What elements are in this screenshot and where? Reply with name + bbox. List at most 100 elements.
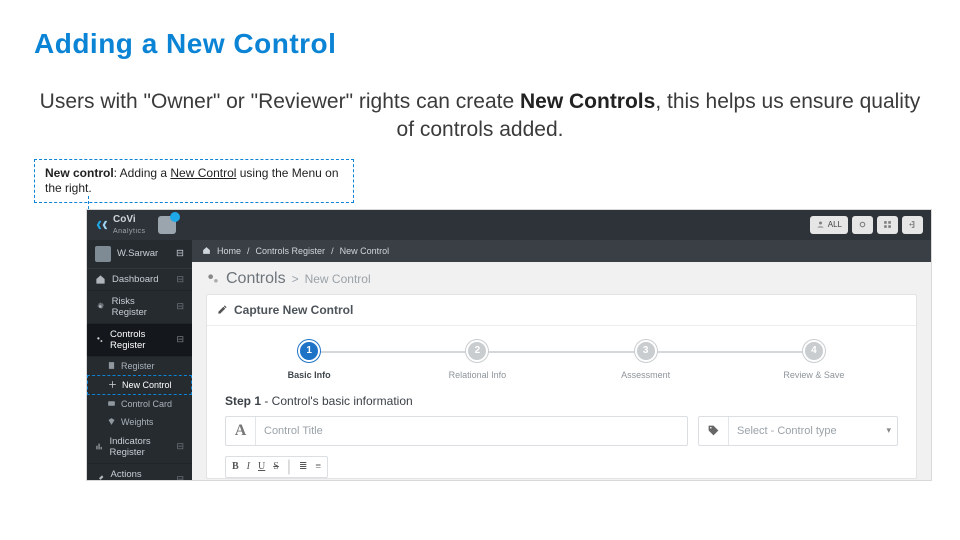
sidebar-label-risks: Risks Register xyxy=(112,296,171,318)
step-label-1: Basic Info xyxy=(288,370,331,380)
rte-list-button[interactable]: ≣ xyxy=(299,461,307,472)
bc-sep: / xyxy=(247,246,250,256)
step-4[interactable]: 4 Review & Save xyxy=(730,340,898,380)
app-topbar: CoVi Analytics ALL xyxy=(87,210,931,240)
step-label-4: Review & Save xyxy=(783,370,844,380)
brand-sub: Analytics xyxy=(113,228,146,235)
rte-toolbar: B I U S | ≣ ≡ xyxy=(207,456,916,478)
topbar-action-logout[interactable] xyxy=(902,216,923,234)
topbar-right: ALL xyxy=(810,216,923,234)
collapse-icon: ⊟ xyxy=(176,301,184,312)
gears-icon xyxy=(95,334,104,345)
subtitle-text-a: Users with "Owner" or "Reviewer" rights … xyxy=(40,90,520,113)
rte-strike-button[interactable]: S xyxy=(273,461,279,472)
step-2[interactable]: 2 Relational Info xyxy=(393,340,561,380)
control-type-field[interactable]: Select - Control type ▾ xyxy=(698,416,898,446)
capture-card: Capture New Control 1 Basic Info 2 Relat… xyxy=(206,294,917,479)
logout-icon xyxy=(908,220,917,229)
edit-icon xyxy=(217,304,228,315)
step-title: Step 1 - Control's basic information xyxy=(207,390,916,416)
home-icon[interactable] xyxy=(202,246,211,255)
text-adorn-icon: A xyxy=(226,417,256,445)
sidebar-label-actions: Actions Register xyxy=(111,469,171,481)
main-panel: Home / Controls Register / New Control C… xyxy=(192,240,931,480)
plus-icon xyxy=(108,380,117,389)
grid-icon xyxy=(883,220,892,229)
callout-bold: New control xyxy=(45,166,114,180)
slide-title: Adding a New Control xyxy=(34,28,926,60)
sidebar-item-controls[interactable]: Controls Register ⊟ xyxy=(87,324,192,357)
topbar-action-2[interactable] xyxy=(877,216,898,234)
sub-item-weights[interactable]: Weights xyxy=(87,413,192,431)
step-3[interactable]: 3 Assessment xyxy=(562,340,730,380)
chip-all-label: ALL xyxy=(828,220,842,229)
sidebar-item-risks[interactable]: Risks Register ⊟ xyxy=(87,291,192,324)
step-1[interactable]: 1 Basic Info xyxy=(225,340,393,380)
control-type-placeholder: Select - Control type xyxy=(729,425,880,437)
step-dot-3: 3 xyxy=(635,340,657,362)
collapse-icon: ⊟ xyxy=(176,274,184,285)
rte-underline-button[interactable]: U xyxy=(258,461,265,472)
step-label-3: Assessment xyxy=(621,370,670,380)
sidebar-item-actions[interactable]: Actions Register ⊟ xyxy=(87,464,192,481)
chart-icon xyxy=(95,441,103,452)
circle-icon xyxy=(858,220,867,229)
weights-icon xyxy=(107,417,116,426)
page-title-small: New Control xyxy=(305,272,371,286)
callout-mid-a: : Adding a xyxy=(114,166,171,180)
step-dot-1: 1 xyxy=(298,340,320,362)
bc-sep: / xyxy=(331,246,334,256)
sub-label-control-card: Control Card xyxy=(121,399,172,409)
rte-buttons: B I U S | ≣ ≡ xyxy=(225,456,328,478)
step-label-2: Relational Info xyxy=(449,370,507,380)
subtitle-bold: New Controls xyxy=(520,90,655,113)
sidebar-item-indicators[interactable]: Indicators Register ⊟ xyxy=(87,431,192,464)
chevron-down-icon: ▾ xyxy=(880,425,897,436)
form-row: A Select - Control type ▾ xyxy=(207,416,916,456)
page-title-sep: > xyxy=(292,272,299,286)
collapse-icon: ⊟ xyxy=(176,441,184,452)
topbar-action-1[interactable] xyxy=(852,216,873,234)
logo-icon xyxy=(95,218,109,232)
breadcrumb: Home / Controls Register / New Control xyxy=(192,240,931,262)
callout-box: New control: Adding a New Control using … xyxy=(34,159,354,203)
step-title-bold: Step 1 xyxy=(225,394,261,408)
control-title-input[interactable] xyxy=(256,417,687,445)
stepper: 1 Basic Info 2 Relational Info 3 Assessm… xyxy=(207,326,916,390)
sidebar-label-dashboard: Dashboard xyxy=(112,274,158,285)
brand-name: CoVi xyxy=(113,214,136,225)
rte-list2-button[interactable]: ≡ xyxy=(315,461,321,472)
user-collapse-icon: ⊟ xyxy=(176,248,184,259)
collapse-icon: ⊟ xyxy=(176,334,184,345)
gear-icon xyxy=(95,301,106,312)
wrench-icon xyxy=(95,474,105,481)
callout-underline: New Control xyxy=(170,166,236,180)
sub-item-control-card[interactable]: Control Card xyxy=(87,395,192,413)
app-screenshot: CoVi Analytics ALL xyxy=(86,209,932,481)
bc-home[interactable]: Home xyxy=(217,246,241,256)
sub-item-register[interactable]: Register xyxy=(87,357,192,375)
filter-chip-all[interactable]: ALL xyxy=(810,216,848,234)
book-icon xyxy=(107,361,116,370)
sub-label-new-control: New Control xyxy=(122,380,172,390)
sidebar-label-controls: Controls Register xyxy=(110,329,170,351)
avatar xyxy=(95,246,111,262)
page-title: Controls > New Control xyxy=(192,262,931,294)
sub-item-new-control[interactable]: New Control xyxy=(87,375,192,395)
step-dot-4: 4 xyxy=(803,340,825,362)
rte-italic-button[interactable]: I xyxy=(247,461,250,472)
bc-controls[interactable]: Controls Register xyxy=(256,246,326,256)
collapse-icon: ⊟ xyxy=(176,474,184,481)
sidebar-item-dashboard[interactable]: Dashboard ⊟ xyxy=(87,269,192,291)
sidebar-user[interactable]: W.Sarwar ⊟ xyxy=(87,240,192,269)
app-logo[interactable]: CoVi Analytics xyxy=(95,214,146,236)
step-dot-2: 2 xyxy=(466,340,488,362)
card-title: Capture New Control xyxy=(234,303,353,317)
card-header: Capture New Control xyxy=(207,295,916,326)
user-name: W.Sarwar xyxy=(117,248,158,259)
slide-subtitle: Users with "Owner" or "Reviewer" rights … xyxy=(34,88,926,145)
rte-bold-button[interactable]: B xyxy=(232,461,239,472)
notification-badge[interactable] xyxy=(158,216,176,234)
user-icon xyxy=(816,220,825,229)
control-title-field[interactable]: A xyxy=(225,416,688,446)
